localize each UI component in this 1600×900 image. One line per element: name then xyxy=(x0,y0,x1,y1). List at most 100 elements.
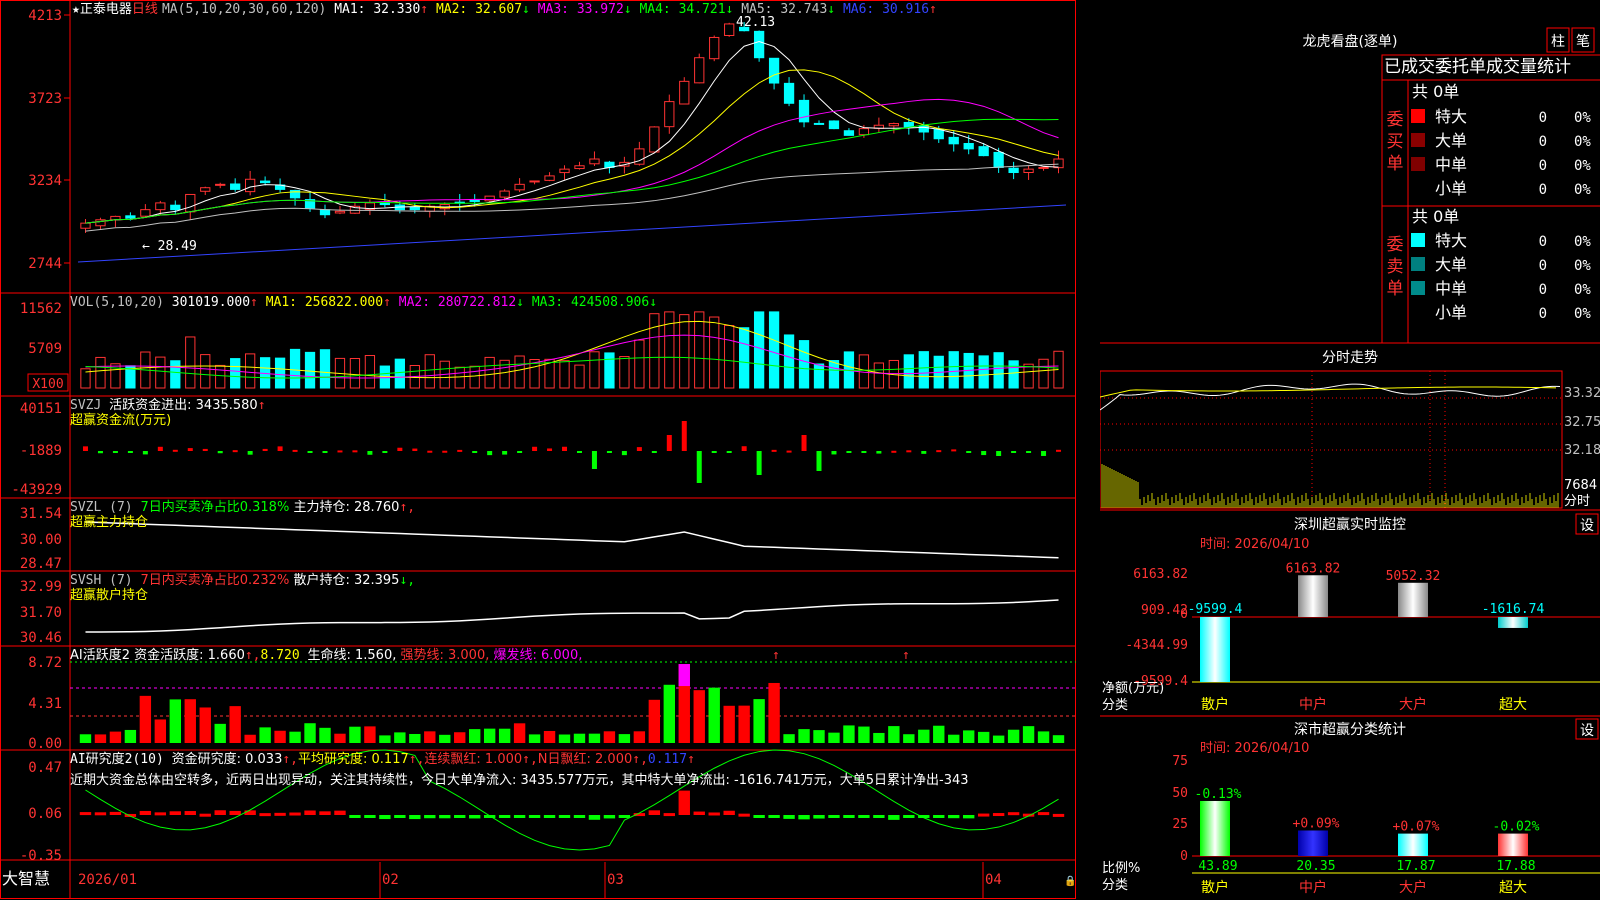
monitor-value: 5052.32 xyxy=(1386,569,1441,584)
svzj-bar xyxy=(247,451,253,455)
volume-bar xyxy=(724,325,735,389)
candle-body[interactable] xyxy=(1023,168,1034,173)
candle-body[interactable] xyxy=(664,101,675,128)
candle-body[interactable] xyxy=(753,30,765,59)
brand-label: 大智慧 xyxy=(2,869,50,888)
volume-bar xyxy=(200,354,211,389)
legend-swatch xyxy=(1411,257,1425,271)
stat-top-value: -0.02% xyxy=(1493,820,1540,835)
sell-row-count: 0 xyxy=(1539,234,1547,250)
svzj-bar xyxy=(502,451,508,455)
candle-body[interactable] xyxy=(903,121,914,128)
candle-body[interactable] xyxy=(694,57,705,84)
candle-body[interactable] xyxy=(409,206,420,211)
main-chart-area[interactable]: 42.13 ← 28.49 4213 3723 3234 2744 ★正泰电器日线 MA(5… xyxy=(0,0,1100,900)
candle-body[interactable] xyxy=(259,180,271,184)
candle-body[interactable] xyxy=(319,209,331,216)
candle-body[interactable] xyxy=(724,23,735,36)
volume-bar xyxy=(484,356,495,389)
candle-body[interactable] xyxy=(798,99,810,123)
candle-body[interactable] xyxy=(559,168,570,174)
candle-body[interactable] xyxy=(709,36,720,60)
candle-body[interactable] xyxy=(170,204,181,211)
candle-body[interactable] xyxy=(963,143,974,150)
candle-body[interactable] xyxy=(529,180,540,183)
svzj-bar xyxy=(427,450,433,453)
candle-body[interactable] xyxy=(918,125,929,133)
stat-bar xyxy=(1398,833,1428,856)
volume-bar xyxy=(709,316,720,389)
candle-body[interactable] xyxy=(768,57,780,84)
candle-body[interactable] xyxy=(200,187,211,192)
svzj-axis-label: -1889 xyxy=(20,443,62,459)
svzj-bar xyxy=(951,449,957,452)
candle-body[interactable] xyxy=(334,210,346,214)
candle-body[interactable] xyxy=(843,130,855,136)
ai-activity-bar xyxy=(139,695,152,743)
candle-body[interactable] xyxy=(125,215,136,219)
side-panel: 龙虎看盘(逐单) 柱笔已成交委托单成交量统计委买单委卖单共 0单共 0单特大 0 0%… xyxy=(1100,0,1600,900)
candle-body[interactable] xyxy=(649,126,660,153)
candle-body[interactable] xyxy=(589,158,600,165)
sell-row-count: 0 xyxy=(1539,306,1547,322)
ai-research-bar xyxy=(992,813,1005,817)
candle-body[interactable] xyxy=(679,80,690,105)
candle-body[interactable] xyxy=(215,183,226,186)
ai-research-bar xyxy=(828,815,840,818)
sell-total: 共 0单 xyxy=(1412,207,1459,226)
ai-activity-bar xyxy=(903,734,915,743)
candle-body[interactable] xyxy=(978,146,989,157)
ai-research-bar xyxy=(469,815,481,819)
svzj-bar xyxy=(127,451,133,453)
ai-research-bar xyxy=(289,812,301,816)
candle-body[interactable] xyxy=(140,209,151,217)
ai-activity-bar xyxy=(79,734,92,743)
ai-activity-bar xyxy=(558,734,571,743)
volume-bar xyxy=(230,358,241,389)
candle-body[interactable] xyxy=(783,82,795,104)
monitor-settings-label: 设 xyxy=(1580,518,1594,534)
buy-label-char: 买 xyxy=(1387,132,1404,152)
ai-research-bar xyxy=(109,811,122,815)
ai-research-bar xyxy=(768,815,780,818)
volume-bar xyxy=(634,339,645,389)
svzj-bar xyxy=(966,451,972,453)
candle-body[interactable] xyxy=(185,193,196,213)
volume-bar xyxy=(813,363,825,389)
svzj-bar xyxy=(981,451,987,456)
candle-body[interactable] xyxy=(828,120,840,130)
candle-body[interactable] xyxy=(1038,166,1049,169)
ai1-axis-label: 4.31 xyxy=(28,696,62,712)
candle-body[interactable] xyxy=(1008,167,1019,174)
candle-body[interactable] xyxy=(484,195,495,202)
stat-bottom-value: 17.88 xyxy=(1496,859,1535,874)
candle-body[interactable] xyxy=(469,199,480,202)
candle-body[interactable] xyxy=(1053,158,1064,169)
candle-body[interactable] xyxy=(230,183,241,190)
svzj-bar xyxy=(666,435,672,451)
candle-body[interactable] xyxy=(574,165,585,170)
volume-bar xyxy=(903,354,914,389)
volume-bar xyxy=(170,360,181,389)
candle-body[interactable] xyxy=(544,175,555,181)
ai-activity-bar xyxy=(349,726,361,743)
stat-axis-label: 25 xyxy=(1172,817,1188,832)
candle-body[interactable] xyxy=(514,183,525,191)
ai-research-bar xyxy=(783,815,795,819)
candle-body[interactable] xyxy=(813,122,825,125)
intraday-title: 分时走势 xyxy=(1322,350,1378,366)
candle-body[interactable] xyxy=(888,123,899,127)
candle-body[interactable] xyxy=(499,190,510,198)
candle-body[interactable] xyxy=(80,222,91,229)
candle-body[interactable] xyxy=(933,128,944,140)
candle-body[interactable] xyxy=(948,136,959,145)
candle-body[interactable] xyxy=(245,178,256,193)
ai-research-bar xyxy=(349,815,361,818)
candle-body[interactable] xyxy=(993,151,1004,168)
candle-body[interactable] xyxy=(858,128,870,136)
svzj-bar xyxy=(711,451,717,453)
candle-body[interactable] xyxy=(155,202,166,211)
ai-research-bar xyxy=(244,810,256,815)
ai-research-bar xyxy=(154,812,167,816)
buy-row-count: 0 xyxy=(1539,158,1547,174)
